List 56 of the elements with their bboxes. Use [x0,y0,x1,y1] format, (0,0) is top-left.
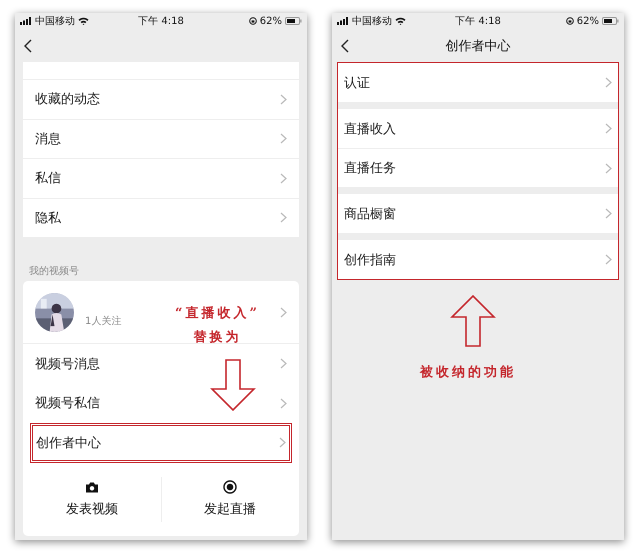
chevron-icon [280,212,287,224]
row-label: 商品橱窗 [344,206,396,222]
row-label: 视频号私信 [35,395,100,412]
row-label: 创作者中心 [36,434,101,452]
chevron-icon [605,162,612,174]
carrier-name: 中国移动 [35,14,75,28]
battery-icon [285,17,302,25]
carrier-name: 中国移动 [352,14,392,28]
row-label: 隐私 [35,210,61,227]
menu-row[interactable]: 隐私 [23,198,299,237]
camera-icon [85,482,99,492]
menu-row[interactable]: 商品橱窗 [338,194,618,233]
battery-icon [602,17,619,25]
chevron-icon [280,133,287,144]
row-label: 视频号消息 [35,356,100,373]
chevron-icon [279,437,286,448]
row-label: 直播收入 [344,120,396,138]
battery-percent: 62% [576,16,599,26]
row-label: 私信 [35,170,61,188]
rotation-lock-icon [566,17,574,25]
chevron-icon [605,123,612,134]
page-title: 创作者中心 [446,38,510,54]
battery-percent: 62% [260,16,282,26]
menu-row[interactable]: 创作者中心 [30,423,292,462]
chevron-icon [605,208,612,219]
menu-row[interactable]: 认证 [338,63,618,102]
action-button[interactable]: 发表视频 [23,462,161,536]
chevron-icon [280,358,287,370]
annotation-text: “直播收入” 替换为 [175,304,260,347]
follower-count: 1人关注 [85,314,122,328]
clock-time: 下午 4:18 [455,15,501,28]
wifi-icon [78,17,89,25]
down-arrow [210,359,256,411]
section-label: 我的视频号 [29,264,79,278]
row-label: 认证 [344,74,370,92]
chevron-icon [605,77,612,88]
row-label: 创作指南 [344,252,396,268]
record-icon [223,480,237,494]
menu-row[interactable]: 直播收入 [338,109,618,148]
chevron-icon [280,398,287,409]
clock-time: 下午 4:18 [138,15,184,28]
chevron-icon [280,94,287,105]
wifi-icon [395,17,406,25]
annotation-text: 被收纳的功能 [420,364,516,382]
row-label: 直播任务 [344,160,396,177]
signal-icon [20,17,32,25]
row-label: 消息 [35,130,61,148]
row-label: 收藏的动态 [35,91,100,108]
rotation-lock-icon [248,17,257,25]
action-button[interactable]: 发起直播 [161,462,299,536]
signal-icon [337,17,349,25]
chevron-icon [280,306,287,318]
chevron-icon [605,254,612,265]
up-arrow [450,295,496,347]
chevron-icon [280,172,287,184]
menu-row[interactable]: 创作指南 [338,240,618,279]
